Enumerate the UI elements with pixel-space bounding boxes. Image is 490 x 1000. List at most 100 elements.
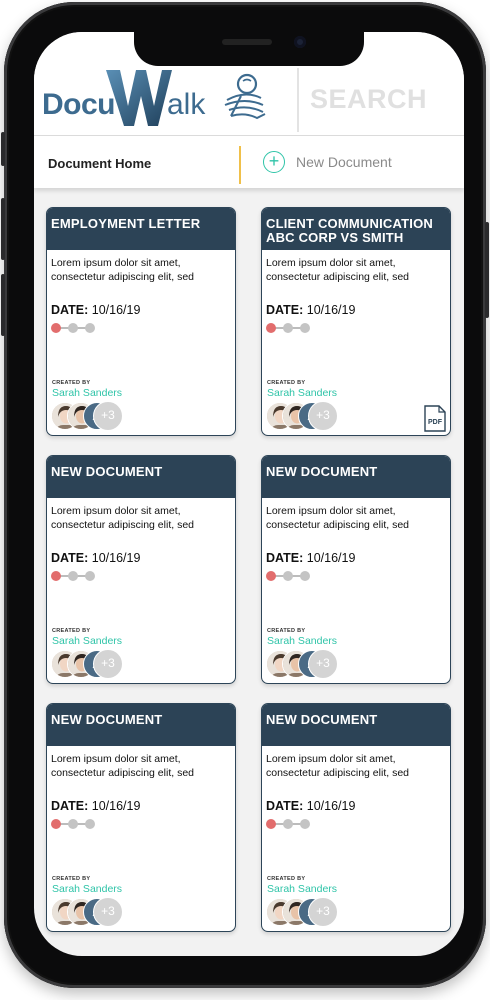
progress-step-dot (266, 819, 276, 829)
collaborator-avatars[interactable]: A +3 (51, 401, 131, 432)
collaborator-avatars[interactable]: A +3 (266, 401, 346, 432)
date-value: 10/16/19 (306, 303, 356, 317)
card-description: Lorem ipsum dolor sit amet, consectetur … (266, 257, 409, 283)
toolbar-divider (239, 146, 241, 184)
progress-step-dot (266, 323, 276, 333)
more-collaborators-badge[interactable]: +3 (308, 649, 338, 679)
logo-text-docu: Docu (42, 88, 116, 121)
pdf-label: PDF (428, 419, 443, 426)
created-by-label: CREATED BY (52, 876, 91, 882)
date-label: DATE: (266, 303, 304, 317)
search-input[interactable]: SEARCH (310, 84, 427, 115)
progress-step-dot (85, 323, 95, 333)
document-card[interactable]: CLIENT COMMUNICATION ABC CORP VS SMITH L… (261, 207, 451, 436)
progress-step-dot (300, 571, 310, 581)
new-document-label: New Document (296, 154, 392, 170)
card-date: DATE: 10/16/19 (266, 551, 355, 565)
card-date: DATE: 10/16/19 (51, 799, 140, 813)
document-card[interactable]: EMPLOYMENT LETTER Lorem ipsum dolor sit … (46, 207, 236, 436)
progress-step-dot (85, 571, 95, 581)
card-description: Lorem ipsum dolor sit amet, consectetur … (51, 257, 194, 283)
document-card[interactable]: NEW DOCUMENT Lorem ipsum dolor sit amet,… (261, 455, 451, 684)
creator-name[interactable]: Sarah Sanders (267, 883, 337, 895)
card-description: Lorem ipsum dolor sit amet, consectetur … (266, 505, 409, 531)
plus-circle-icon: + (263, 151, 285, 173)
camera-icon (294, 36, 306, 48)
card-date: DATE: 10/16/19 (266, 799, 355, 813)
card-title: NEW DOCUMENT (47, 704, 235, 746)
volume-up-button (1, 198, 5, 260)
progress-step-dot (51, 323, 61, 333)
card-description: Lorem ipsum dolor sit amet, consectetur … (51, 505, 194, 531)
progress-step-dot (68, 571, 78, 581)
progress-step-dot (68, 323, 78, 333)
date-value: 10/16/19 (91, 303, 141, 317)
creator-name[interactable]: Sarah Sanders (267, 387, 337, 399)
volume-down-button (1, 274, 5, 336)
speaker (222, 39, 272, 45)
progress-stepper (51, 819, 95, 829)
progress-stepper (51, 323, 95, 333)
date-label: DATE: (51, 551, 89, 565)
collaborator-avatars[interactable]: A +3 (51, 649, 131, 680)
side-button (1, 132, 5, 166)
creator-name[interactable]: Sarah Sanders (52, 883, 122, 895)
more-collaborators-badge[interactable]: +3 (308, 897, 338, 927)
card-title: NEW DOCUMENT (262, 456, 450, 498)
date-label: DATE: (51, 799, 89, 813)
collaborator-avatars[interactable]: A +3 (51, 897, 131, 928)
progress-step-dot (300, 819, 310, 829)
document-card[interactable]: NEW DOCUMENT Lorem ipsum dolor sit amet,… (46, 455, 236, 684)
progress-stepper (266, 819, 310, 829)
collaborator-avatars[interactable]: A +3 (266, 897, 346, 928)
card-date: DATE: 10/16/19 (51, 303, 140, 317)
more-collaborators-badge[interactable]: +3 (93, 649, 123, 679)
created-by-label: CREATED BY (267, 628, 306, 634)
document-home-link[interactable]: Document Home (48, 156, 151, 171)
card-title: EMPLOYMENT LETTER (47, 208, 235, 250)
creator-name[interactable]: Sarah Sanders (52, 635, 122, 647)
phone-frame: Docu alk SEARCH Document Home + New Docu… (1, 2, 489, 988)
created-by-label: CREATED BY (52, 628, 91, 634)
card-description: Lorem ipsum dolor sit amet, consectetur … (51, 753, 194, 779)
date-label: DATE: (266, 551, 304, 565)
power-button (485, 222, 489, 318)
progress-step-dot (283, 571, 293, 581)
phone-screen: Docu alk SEARCH Document Home + New Docu… (34, 32, 464, 956)
created-by-label: CREATED BY (267, 876, 306, 882)
card-title: NEW DOCUMENT (47, 456, 235, 498)
progress-step-dot (283, 819, 293, 829)
creator-name[interactable]: Sarah Sanders (52, 387, 122, 399)
notch (134, 32, 364, 66)
card-title: CLIENT COMMUNICATION ABC CORP VS SMITH (262, 208, 450, 250)
walker-icon (224, 73, 266, 120)
created-by-label: CREATED BY (52, 380, 91, 386)
card-date: DATE: 10/16/19 (266, 303, 355, 317)
progress-step-dot (300, 323, 310, 333)
progress-stepper (51, 571, 95, 581)
date-value: 10/16/19 (91, 799, 141, 813)
document-card[interactable]: NEW DOCUMENT Lorem ipsum dolor sit amet,… (261, 703, 451, 932)
date-value: 10/16/19 (306, 799, 356, 813)
progress-stepper (266, 323, 310, 333)
progress-step-dot (51, 819, 61, 829)
more-collaborators-badge[interactable]: +3 (308, 401, 338, 431)
creator-name[interactable]: Sarah Sanders (267, 635, 337, 647)
card-title: NEW DOCUMENT (262, 704, 450, 746)
document-card[interactable]: NEW DOCUMENT Lorem ipsum dolor sit amet,… (46, 703, 236, 932)
more-collaborators-badge[interactable]: +3 (93, 897, 123, 927)
progress-step-dot (51, 571, 61, 581)
more-collaborators-badge[interactable]: +3 (93, 401, 123, 431)
new-document-button[interactable]: + New Document (263, 149, 392, 175)
progress-step-dot (266, 571, 276, 581)
collaborator-avatars[interactable]: A +3 (266, 649, 346, 680)
date-label: DATE: (51, 303, 89, 317)
date-value: 10/16/19 (91, 551, 141, 565)
progress-step-dot (85, 819, 95, 829)
header-divider (297, 68, 299, 132)
date-label: DATE: (266, 799, 304, 813)
docuwalk-logo[interactable]: Docu alk (42, 68, 272, 130)
progress-step-dot (283, 323, 293, 333)
pdf-file-icon[interactable]: PDF (424, 405, 446, 432)
card-date: DATE: 10/16/19 (51, 551, 140, 565)
